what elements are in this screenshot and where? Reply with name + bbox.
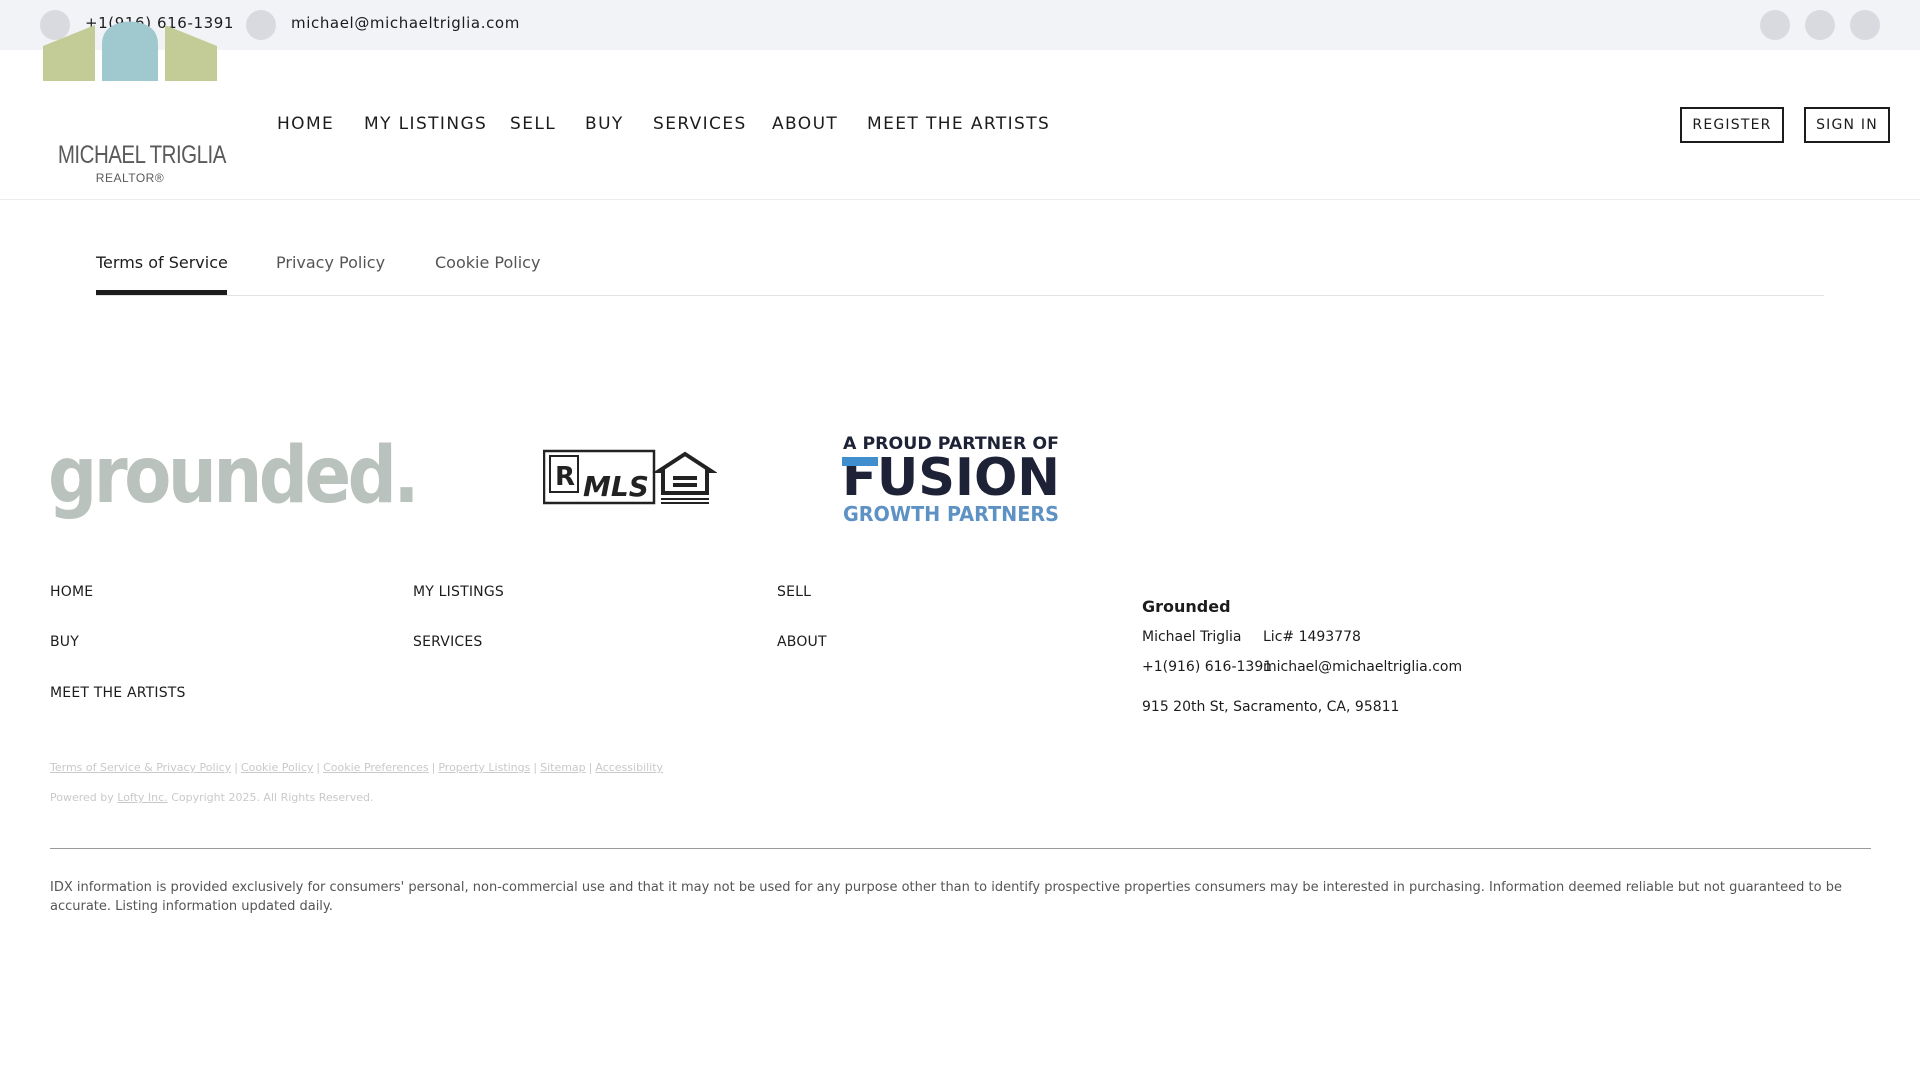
topbar-email[interactable]: michael@michaeltriglia.com [291, 14, 520, 32]
link-sitemap[interactable]: Sitemap [540, 761, 586, 774]
grounded-logo-text: grounded. [48, 431, 416, 521]
tab-terms-of-service[interactable]: Terms of Service [96, 253, 228, 272]
grounded-logo-icon: grounded. [48, 431, 420, 521]
powered-by: Powered by Lofty Inc. Copyright 2025. Al… [50, 791, 373, 804]
footer-phone[interactable]: +1(916) 616-1391 [1142, 659, 1272, 675]
nav-meet-the-artists[interactable]: MEET THE ARTISTS [867, 114, 1050, 134]
link-cookie-policy[interactable]: Cookie Policy [241, 761, 313, 774]
footer-agent-name: Michael Triglia [1142, 629, 1242, 645]
brand-subtitle: REALTOR® [95, 171, 165, 185]
brand-logo-icon[interactable] [40, 18, 220, 138]
powered-prefix: Powered by [50, 791, 114, 804]
brand-name: MICHAEL TRIGLIA [57, 141, 227, 169]
footer-nav-sell[interactable]: SELL [777, 584, 811, 600]
nav-buy[interactable]: BUY [585, 114, 624, 134]
footer-nav-home[interactable]: HOME [50, 584, 93, 600]
footer-license: Lic# 1493778 [1263, 629, 1361, 645]
social-icon-2[interactable] [1805, 10, 1835, 40]
nav-services[interactable]: SERVICES [653, 114, 747, 134]
active-tab-indicator [96, 290, 227, 295]
footer-nav-my-listings[interactable]: MY LISTINGS [413, 584, 504, 600]
sign-in-button[interactable]: SIGN IN [1804, 107, 1890, 143]
logo-center-house [102, 21, 158, 81]
footer-nav-buy[interactable]: BUY [50, 634, 79, 650]
legal-links: Terms of Service & Privacy Policy | Cookie… [50, 761, 664, 774]
idx-disclaimer: IDX information is provided exclusively … [50, 880, 1842, 914]
footer-address: 915 20th St, Sacramento, CA, 95811 [1142, 699, 1400, 715]
footer-nav-about[interactable]: ABOUT [777, 634, 827, 650]
register-button[interactable]: REGISTER [1680, 107, 1784, 143]
nav-my-listings[interactable]: MY LISTINGS [364, 114, 487, 134]
top-contact-bar: +1(916) 616-1391 michael@michaeltriglia.… [0, 0, 1920, 50]
email-icon [246, 10, 276, 40]
mls-equal-housing-logo-icon: R MLS [543, 449, 717, 505]
fusion-partner-logo-icon: A PROUD PARTNER OF FUSION GROWTH PARTNER… [842, 434, 1060, 524]
link-accessibility[interactable]: Accessibility [595, 761, 663, 774]
tab-cookie-policy[interactable]: Cookie Policy [435, 253, 540, 272]
logo-roof-right [165, 25, 217, 81]
logo-roof-left [43, 25, 95, 81]
footer-company-name: Grounded [1142, 597, 1231, 616]
mls-text: MLS [583, 470, 649, 503]
social-icon-3[interactable] [1850, 10, 1880, 40]
link-terms-privacy[interactable]: Terms of Service & Privacy Policy [50, 761, 231, 774]
footer-nav-services[interactable]: SERVICES [413, 634, 483, 650]
nav-home[interactable]: HOME [277, 114, 334, 134]
footer-divider [50, 848, 1871, 849]
tab-privacy-policy[interactable]: Privacy Policy [276, 253, 385, 272]
footer-email[interactable]: michael@michaeltriglia.com [1263, 659, 1462, 675]
link-lofty[interactable]: Lofty Inc. [117, 791, 167, 804]
realtor-mark-text: R [555, 462, 575, 492]
copyright-text: Copyright 2025. All Rights Reserved. [171, 791, 374, 804]
footer-nav-meet-the-artists[interactable]: MEET THE ARTISTS [50, 685, 186, 701]
link-property-listings[interactable]: Property Listings [438, 761, 530, 774]
link-cookie-preferences[interactable]: Cookie Preferences [323, 761, 429, 774]
fusion-growth-partners: GROWTH PARTNERS [843, 502, 1059, 524]
social-icon-1[interactable] [1760, 10, 1790, 40]
tabs-divider [96, 295, 1824, 296]
nav-about[interactable]: ABOUT [772, 114, 838, 134]
nav-sell[interactable]: SELL [510, 114, 556, 134]
